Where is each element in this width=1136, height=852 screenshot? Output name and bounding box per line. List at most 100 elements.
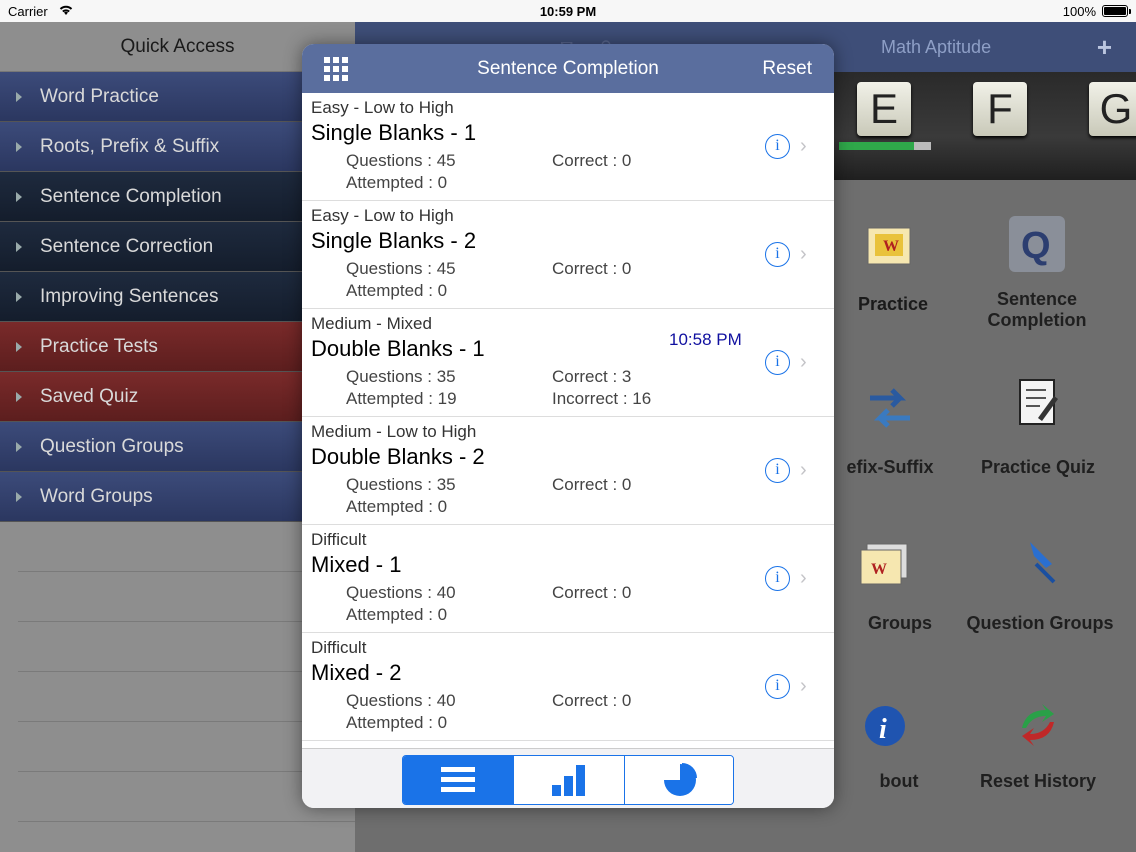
last-attempt-time: 10:58 PM — [669, 330, 742, 349]
info-icon[interactable]: i — [765, 458, 790, 483]
letter-tile[interactable]: E — [857, 82, 911, 136]
correct-count: Correct : 3 — [552, 367, 632, 386]
disclosure-arrow-icon — [16, 142, 22, 152]
difficulty-label: Easy - Low to High — [311, 206, 454, 225]
sidebar-item-label: Saved Quiz — [40, 386, 139, 407]
attempted-count: Attempted : 0 — [346, 605, 448, 624]
quiz-row-mixed-2[interactable]: Difficult Mixed - 2 Questions : 40 Attem… — [302, 633, 834, 741]
about-tile[interactable]: i bout — [825, 696, 945, 792]
tile-label: Groups — [867, 613, 932, 633]
chevron-right-icon: › — [800, 459, 807, 481]
chevron-right-icon: › — [800, 675, 807, 697]
view-segmented-control — [402, 755, 734, 805]
questions-count: Questions : 35 — [346, 367, 456, 386]
disclosure-arrow-icon — [16, 342, 22, 352]
reset-button[interactable]: Reset — [762, 58, 812, 80]
sidebar-item-label: Roots, Prefix & Suffix — [40, 136, 220, 157]
attempted-count: Attempted : 0 — [346, 173, 448, 192]
quiz-row-double-blanks-2[interactable]: Medium - Low to High Double Blanks - 2 Q… — [302, 417, 834, 525]
disclosure-arrow-icon — [16, 392, 22, 402]
letter-tile[interactable]: F — [973, 82, 1027, 136]
info-icon[interactable]: i — [765, 134, 790, 159]
chevron-right-icon: › — [800, 351, 807, 373]
svg-text:W: W — [871, 561, 887, 578]
bar-chart-segment[interactable] — [514, 756, 625, 804]
pie-chart-icon — [664, 763, 697, 796]
info-icon[interactable]: i — [765, 350, 790, 375]
sidebar-item-label: Word Practice — [40, 86, 159, 107]
quiz-name: Double Blanks - 2 — [311, 444, 485, 469]
difficulty-label: Difficult — [311, 638, 367, 657]
reset-history-tile[interactable]: Reset History — [963, 694, 1113, 792]
questions-count: Questions : 35 — [346, 475, 456, 494]
word-groups-tile[interactable]: W Groups — [825, 538, 945, 634]
info-icon: i — [865, 706, 905, 746]
quiz-name: Double Blanks - 1 — [311, 336, 485, 361]
sentence-completion-tile[interactable]: Q Sentence Completion — [963, 214, 1111, 331]
notepad-icon — [1019, 379, 1058, 425]
status-bar: Carrier 10:59 PM 100% — [0, 0, 1136, 22]
attempted-count: Attempted : 19 — [346, 389, 457, 408]
battery-tip — [1129, 9, 1131, 14]
info-icon[interactable]: i — [765, 242, 790, 267]
quiz-name: Mixed - 2 — [311, 660, 402, 685]
battery-icon — [1102, 5, 1128, 17]
difficulty-label: Medium - Mixed — [311, 314, 432, 333]
chevron-right-icon: › — [800, 243, 807, 265]
letter-tile[interactable]: G — [1089, 82, 1136, 136]
difficulty-label: Medium - Low to High — [311, 422, 477, 441]
question-groups-tile[interactable]: Question Groups — [955, 534, 1125, 634]
quiz-row-single-blanks-1[interactable]: Easy - Low to High Single Blanks - 1 Que… — [302, 93, 834, 201]
progress-fill — [839, 142, 915, 150]
word-groups-icon: W — [860, 543, 908, 585]
q-icon: Q — [1009, 216, 1065, 272]
sidebar-item-label: Sentence Completion — [40, 186, 222, 207]
disclosure-arrow-icon — [16, 92, 22, 102]
tile-label: Question Groups — [966, 613, 1114, 633]
correct-count: Correct : 0 — [552, 259, 632, 278]
popover-header: Sentence Completion Reset — [302, 44, 834, 93]
difficulty-label: Easy - Low to High — [311, 98, 454, 117]
tile-label: efix-Suffix — [846, 457, 934, 477]
sidebar-item-label: Question Groups — [40, 436, 184, 457]
word-practice-tile[interactable]: W Practice — [833, 218, 953, 314]
quiz-row-double-blanks-1[interactable]: Medium - Mixed 10:58 PM Double Blanks - … — [302, 309, 834, 417]
tile-label: Practice — [857, 294, 929, 314]
difficulty-label: Difficult — [311, 530, 367, 549]
sidebar-item-label: Word Groups — [40, 486, 153, 507]
sidebar-item-label: Practice Tests — [40, 336, 158, 357]
svg-text:Q: Q — [1021, 225, 1051, 267]
sidebar-item-label: Improving Sentences — [40, 286, 219, 307]
sentence-completion-popover: Sentence Completion Reset Easy - Low to … — [302, 44, 834, 808]
incorrect-count: Incorrect : 16 — [552, 389, 652, 408]
bar-chart-icon — [552, 765, 585, 796]
attempted-count: Attempted : 0 — [346, 497, 448, 516]
list-view-segment[interactable] — [403, 756, 514, 804]
correct-count: Correct : 0 — [552, 691, 632, 710]
add-icon[interactable]: + — [1097, 32, 1112, 63]
questions-count: Questions : 40 — [346, 583, 456, 602]
info-icon[interactable]: i — [765, 674, 790, 699]
reset-arrows-icon — [1022, 704, 1054, 746]
quiz-row-mixed-1[interactable]: Difficult Mixed - 1 Questions : 40 Attem… — [302, 525, 834, 633]
tile-label: Sentence Completion — [987, 289, 1087, 330]
popover-title: Sentence Completion — [477, 58, 659, 79]
pie-chart-segment[interactable] — [625, 756, 733, 804]
practice-quiz-tile[interactable]: Practice Quiz — [973, 374, 1103, 478]
arrows-icon — [870, 388, 910, 428]
status-time: 10:59 PM — [539, 4, 597, 19]
sidebar-item-label: Sentence Correction — [40, 236, 214, 257]
list-icon — [441, 767, 475, 792]
info-icon[interactable]: i — [765, 566, 790, 591]
quiz-name: Single Blanks - 2 — [311, 228, 477, 253]
questions-count: Questions : 40 — [346, 691, 456, 710]
disclosure-arrow-icon — [16, 192, 22, 202]
tile-label: Practice Quiz — [980, 457, 1096, 477]
quiz-name: Mixed - 1 — [311, 552, 402, 577]
correct-count: Correct : 0 — [552, 151, 632, 170]
attempted-count: Attempted : 0 — [346, 713, 448, 732]
disclosure-arrow-icon — [16, 292, 22, 302]
roots-prefix-suffix-tile[interactable]: efix-Suffix — [825, 378, 955, 478]
word-icon: W — [867, 227, 911, 265]
quiz-row-single-blanks-2[interactable]: Easy - Low to High Single Blanks - 2 Que… — [302, 201, 834, 309]
